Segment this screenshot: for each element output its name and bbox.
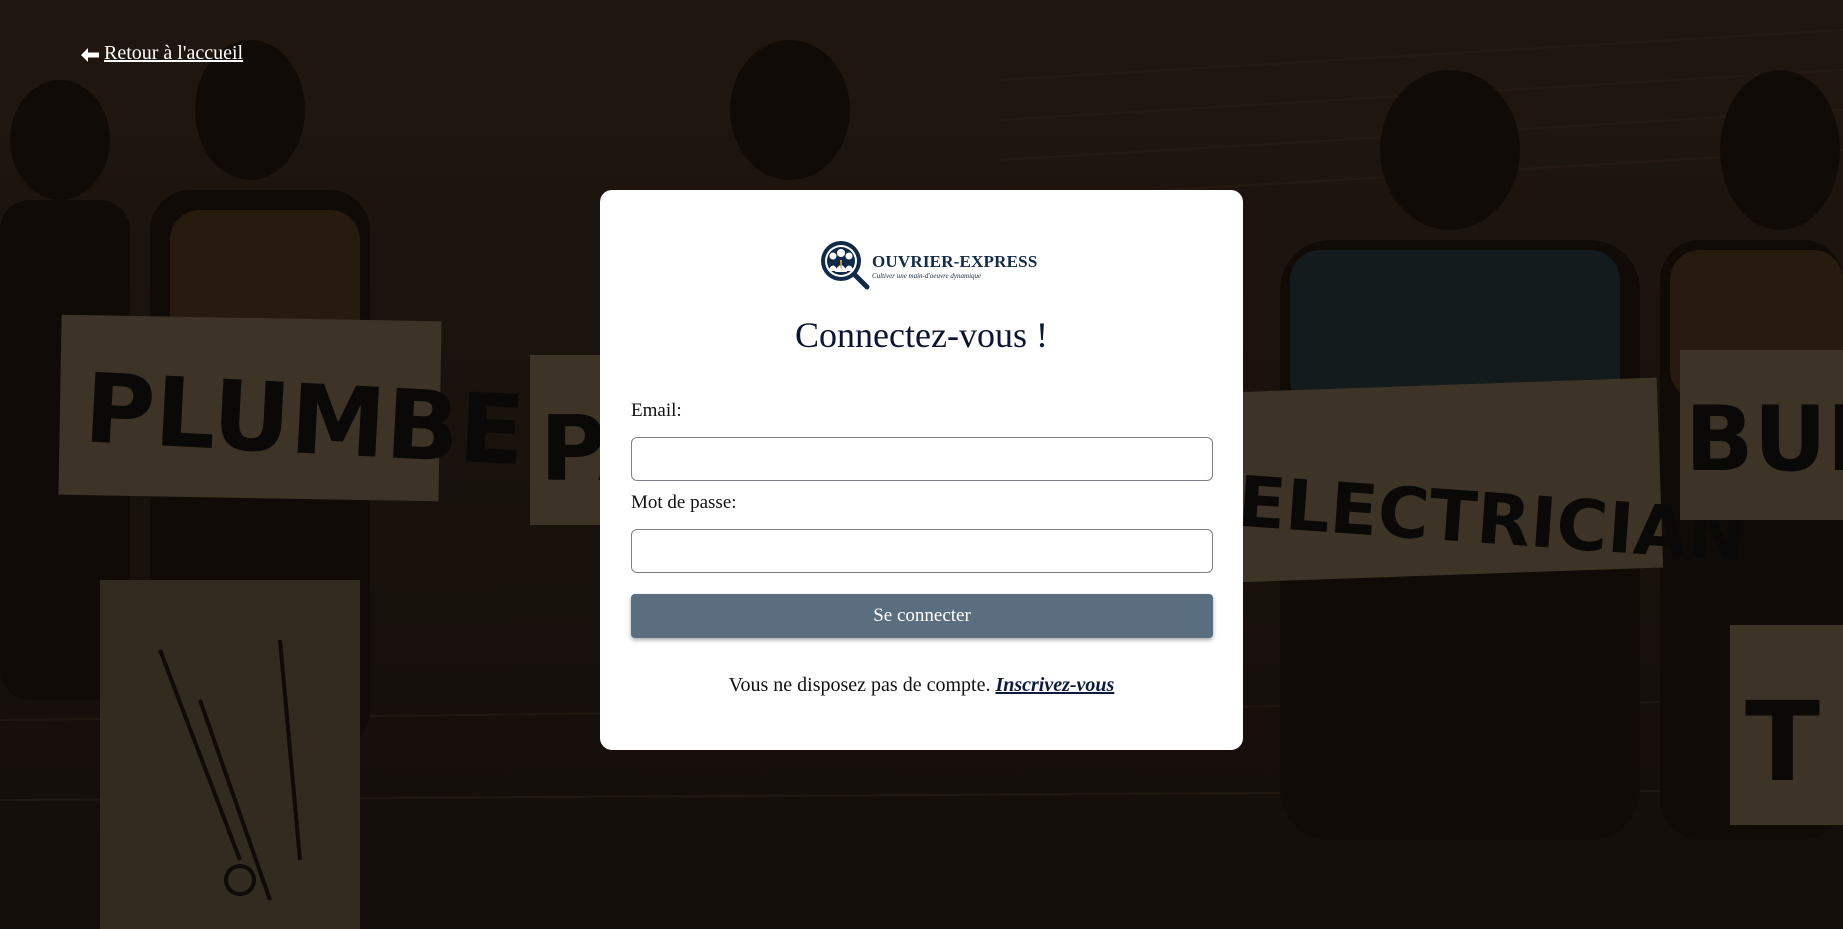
email-field[interactable]	[631, 437, 1213, 481]
password-field[interactable]	[631, 529, 1213, 573]
back-to-home-link[interactable]: Retour à l'accueil	[80, 42, 243, 65]
logo: OUVRIER-EXPRESS Cultiver une main-d'oeuv…	[818, 238, 1037, 295]
login-card: OUVRIER-EXPRESS Cultiver une main-d'oeuv…	[600, 190, 1243, 750]
signup-prompt: Vous ne disposez pas de compte. Inscrive…	[600, 674, 1243, 697]
login-button[interactable]: Se connecter	[631, 594, 1213, 638]
arrow-left-icon	[80, 46, 100, 62]
email-label: Email:	[631, 400, 682, 421]
signup-prompt-text: Vous ne disposez pas de compte.	[728, 674, 996, 696]
back-link-label: Retour à l'accueil	[104, 42, 244, 64]
login-page: PLUMBER ELECTRICIAN BUIL PA T	[0, 0, 1843, 929]
password-label: Mot de passe:	[631, 492, 737, 513]
signup-link[interactable]: Inscrivez-vous	[995, 674, 1114, 696]
logo-tagline: Cultiver une main-d'oeuvre dynamique	[872, 272, 982, 280]
logo-name: OUVRIER-EXPRESS	[872, 252, 1038, 271]
page-title: Connectez-vous !	[795, 315, 1048, 355]
logo-magnifier-icon	[818, 238, 870, 295]
